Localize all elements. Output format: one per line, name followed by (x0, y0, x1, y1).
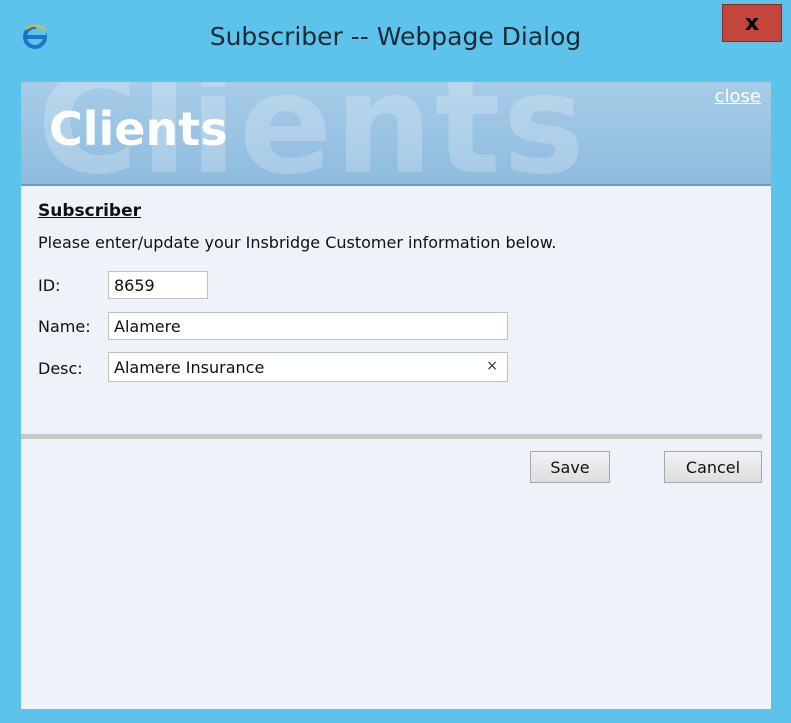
divider (21, 434, 762, 439)
clients-banner: Clients Clients close (21, 82, 771, 186)
desc-field-wrapper: × (108, 352, 508, 382)
save-button[interactable]: Save (530, 451, 610, 483)
dialog-content: Clients Clients close Subscriber Please … (21, 82, 771, 709)
section-heading: Subscriber (38, 201, 142, 221)
name-field[interactable] (108, 312, 508, 340)
window-close-button[interactable]: x (722, 4, 782, 42)
instructions-text: Please enter/update your Insbridge Custo… (38, 233, 557, 252)
name-label: Name: (38, 317, 91, 336)
cancel-button[interactable]: Cancel (664, 451, 762, 483)
close-link[interactable]: close (715, 86, 761, 107)
title-bar: Subscriber -- Webpage Dialog x (0, 0, 791, 82)
id-field[interactable] (108, 271, 208, 299)
clear-icon[interactable]: × (486, 358, 498, 374)
banner-title: Clients (49, 102, 228, 156)
window-title: Subscriber -- Webpage Dialog (209, 22, 582, 51)
desc-label: Desc: (38, 359, 83, 378)
dialog-window: Subscriber -- Webpage Dialog x Clients C… (0, 0, 791, 723)
id-label: ID: (38, 276, 61, 295)
desc-field[interactable] (108, 352, 508, 382)
